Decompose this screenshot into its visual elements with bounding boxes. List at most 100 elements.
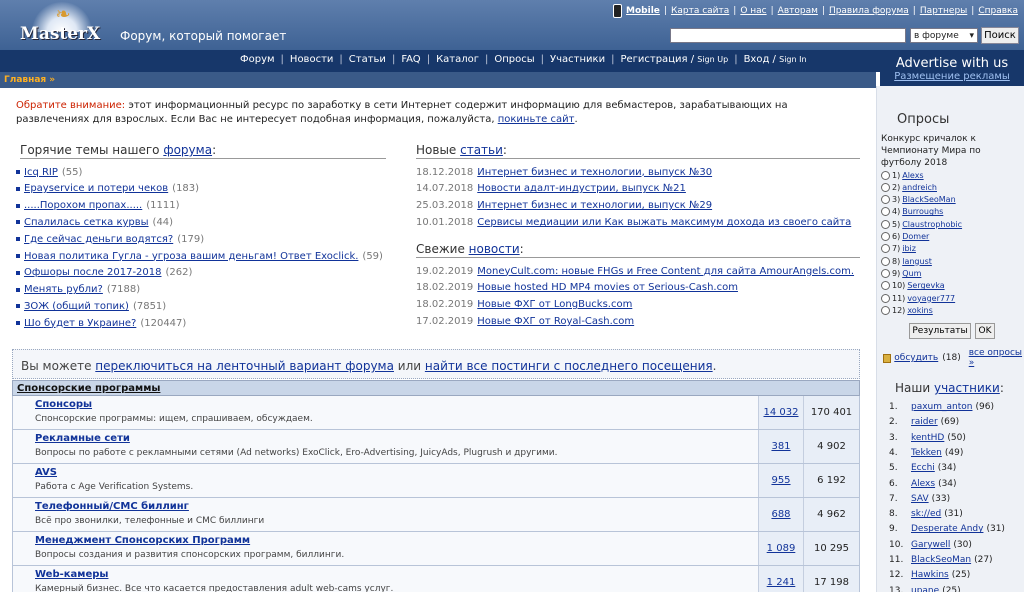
site-logo[interactable]: ❧ MasterX [18, 2, 104, 48]
poll-option-link[interactable]: langust [902, 257, 932, 266]
member-link[interactable]: Alexs [911, 479, 935, 489]
member-link[interactable]: upane [911, 586, 939, 592]
member-link[interactable]: sk://ed [911, 509, 941, 519]
poll-option-radio[interactable] [881, 244, 890, 254]
news-link[interactable]: новости [469, 242, 520, 256]
article-link[interactable]: Сервисы медиации или Как выжать максимум… [477, 217, 851, 228]
member-link[interactable]: SAV [911, 494, 929, 504]
poll-option-link[interactable]: BlackSeoMan [902, 195, 955, 204]
nav-forum[interactable]: Форум [240, 54, 275, 65]
poll-option-radio[interactable] [881, 305, 890, 315]
poll-discuss-link[interactable]: обсудить [894, 353, 938, 363]
poll-option-radio[interactable] [881, 268, 890, 278]
nav-members[interactable]: Участники [550, 54, 605, 65]
breadcrumb-home[interactable]: Главная » [4, 75, 55, 85]
poll-option-link[interactable]: Claustrophobic [902, 220, 962, 229]
poll-option-link[interactable]: Alexs [902, 171, 923, 180]
nav-news[interactable]: Новости [290, 54, 333, 65]
member-link[interactable]: Desperate Andy [911, 524, 983, 534]
hot-topic-link[interactable]: Epayservice и потери чеков [24, 183, 168, 194]
news-link[interactable]: MoneyCult.com: новые FHGs и Free Content… [477, 266, 854, 277]
forum-topics-link[interactable]: 14 032 [764, 407, 799, 418]
hot-topic-link[interactable]: Шо будет в Украине? [24, 318, 136, 329]
poll-option-link[interactable]: ibiz [902, 244, 916, 253]
search-input[interactable] [670, 28, 906, 43]
top-link-rules[interactable]: Правила форума [829, 6, 909, 16]
top-link-sitemap[interactable]: Карта сайта [671, 6, 729, 16]
switch-tape-view-link[interactable]: переключиться на ленточный вариант форум… [95, 359, 394, 373]
advertise-link[interactable]: Advertise with us [880, 56, 1024, 71]
hot-topic-link[interactable]: .....Порохом пропах..... [24, 200, 142, 211]
search-scope-select[interactable]: в форуме ▾ [910, 28, 978, 43]
poll-option-radio[interactable] [881, 170, 890, 180]
hot-topic-link[interactable]: ЗОЖ (общий топик) [24, 301, 129, 312]
all-polls-link[interactable]: все опросы » [969, 348, 1024, 368]
forum-section-title[interactable]: Спонсорские программы [17, 383, 160, 394]
poll-option-radio[interactable] [881, 219, 890, 229]
poll-option-link[interactable]: Burroughs [902, 207, 943, 216]
news-link[interactable]: Новые hosted HD MP4 movies от Serious-Ca… [477, 282, 738, 293]
search-button[interactable]: Поиск [981, 27, 1019, 44]
member-link[interactable]: BlackSeoMan [911, 555, 971, 565]
hot-topic-link[interactable]: Офшоры после 2017-2018 [24, 267, 162, 278]
poll-option-radio[interactable] [881, 256, 890, 266]
poll-results-button[interactable]: Результаты [909, 323, 971, 339]
forum-title-link[interactable]: Рекламные сети [35, 433, 130, 444]
top-link-authors[interactable]: Авторам [778, 6, 818, 16]
poll-option-link[interactable]: voyager777 [907, 294, 955, 303]
nav-faq[interactable]: FAQ [401, 54, 420, 65]
poll-option-link[interactable]: Qum [902, 269, 921, 278]
members-link[interactable]: участники [934, 381, 1000, 395]
news-link[interactable]: Новые ФХГ от LongBucks.com [477, 299, 632, 310]
hot-topic-link[interactable]: Менять рубли? [24, 284, 103, 295]
articles-link[interactable]: статьи [460, 143, 503, 157]
poll-option-radio[interactable] [881, 182, 890, 192]
nav-login[interactable]: Вход / Sign In [744, 54, 807, 65]
hot-topic-link[interactable]: Спалилась сетка курвы [24, 217, 149, 228]
forum-topics-link[interactable]: 1 241 [767, 577, 796, 588]
nav-catalog[interactable]: Каталог [436, 54, 479, 65]
forum-title-link[interactable]: AVS [35, 467, 57, 478]
poll-option-radio[interactable] [881, 281, 890, 291]
new-posts-link[interactable]: найти все постинги с последнего посещени… [425, 359, 713, 373]
forum-title-link[interactable]: Телефонный/СМС биллинг [35, 501, 189, 512]
forum-topics-link[interactable]: 1 089 [767, 543, 796, 554]
member-link[interactable]: kentHD [911, 433, 944, 443]
article-link[interactable]: Интернет бизнес и технологии, выпуск №30 [477, 167, 712, 178]
hot-topic-link[interactable]: Icq RIP [24, 167, 58, 178]
forum-topics-link[interactable]: 955 [771, 475, 790, 486]
hot-topic-link[interactable]: Где сейчас деньги водятся? [24, 234, 173, 245]
poll-option-link[interactable]: Sergevka [907, 281, 944, 290]
forum-topics-link[interactable]: 381 [771, 441, 790, 452]
top-link-help[interactable]: Справка [978, 6, 1018, 16]
member-link[interactable]: Ecchi [911, 463, 935, 473]
poll-option-radio[interactable] [881, 293, 890, 303]
news-link[interactable]: Новые ФХГ от Royal-Cash.com [477, 316, 634, 327]
member-link[interactable]: raider [911, 417, 938, 427]
forum-topics-link[interactable]: 688 [771, 509, 790, 520]
poll-ok-button[interactable]: OK [975, 323, 995, 339]
poll-option-radio[interactable] [881, 232, 890, 241]
article-link[interactable]: Интернет бизнес и технологии, выпуск №29 [477, 200, 712, 211]
hot-topic-link[interactable]: Новая политика Гугла - угроза вашим день… [24, 251, 358, 262]
poll-option-link[interactable]: xokins [907, 306, 932, 315]
forum-title-link[interactable]: Web-камеры [35, 569, 108, 580]
top-link-about[interactable]: О нас [740, 6, 766, 16]
nav-articles[interactable]: Статьи [349, 54, 386, 65]
ad-placement-link[interactable]: Размещение рекламы [880, 71, 1024, 82]
nav-polls[interactable]: Опросы [494, 54, 534, 65]
poll-option-radio[interactable] [881, 195, 890, 205]
member-link[interactable]: Garywell [911, 540, 950, 550]
forum-title-link[interactable]: Менеджмент Спонсорских Программ [35, 535, 250, 546]
poll-option-link[interactable]: Domer [902, 232, 929, 241]
article-link[interactable]: Новости адалт-индустрии, выпуск №21 [477, 183, 686, 194]
member-link[interactable]: paxum_anton [911, 402, 972, 412]
member-link[interactable]: Tekken [911, 448, 942, 458]
nav-register[interactable]: Регистрация / Sign Up [620, 54, 728, 65]
forum-title-link[interactable]: Спонсоры [35, 399, 92, 410]
hot-topics-forum-link[interactable]: форума [163, 143, 212, 157]
top-link-partners[interactable]: Партнеры [920, 6, 967, 16]
member-link[interactable]: Hawkins [911, 570, 949, 580]
top-link-mobile[interactable]: Mobile [626, 6, 660, 16]
leave-site-link[interactable]: покиньте сайт [498, 114, 575, 125]
